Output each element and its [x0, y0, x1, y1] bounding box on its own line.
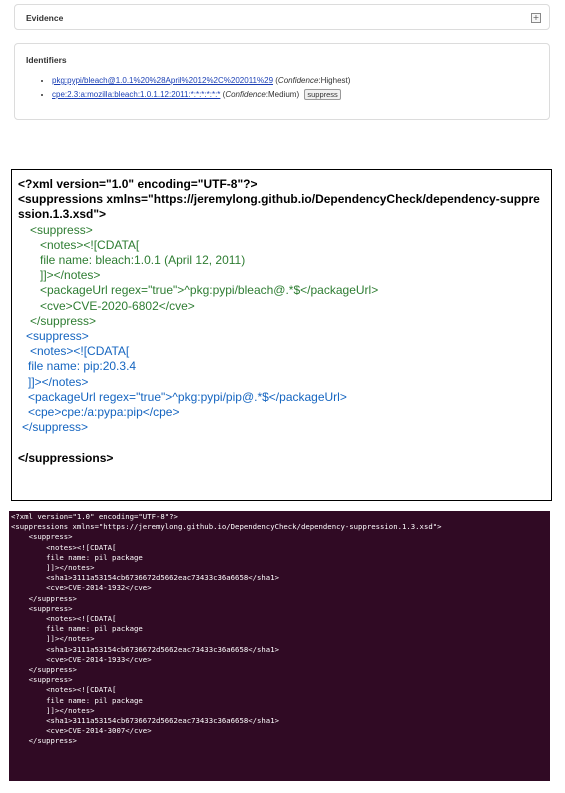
terminal-line: <notes><![CDATA[	[11, 614, 117, 624]
expand-icon[interactable]: +	[531, 13, 541, 23]
xml-line: <notes><![CDATA[	[40, 237, 140, 252]
terminal-line: <sha1>3111a53154cb6736672d5662eac73433c3…	[11, 716, 279, 726]
confidence-value: :Highest)	[318, 76, 351, 85]
xml-line: <cve>CVE-2020-6802</cve>	[40, 298, 195, 313]
terminal-line: <suppress>	[11, 532, 73, 542]
xml-line: <packageUrl regex="true">^pkg:pypi/bleac…	[40, 283, 379, 298]
confidence-value: :Medium)	[265, 90, 300, 99]
xml-line: <suppressions xmlns="https://jeremylong.…	[18, 192, 540, 222]
terminal-line: file name: pil package	[11, 624, 143, 634]
evidence-panel: Evidence +	[14, 4, 550, 30]
terminal-line: <suppressions xmlns="https://jeremylong.…	[11, 522, 442, 532]
terminal-line: </suppress>	[11, 665, 77, 675]
xml-line: file name: pip:20.3.4	[28, 359, 137, 374]
terminal-line: file name: pil package	[11, 552, 143, 562]
terminal-line: <suppress>	[11, 675, 73, 685]
terminal-line: <suppress>	[11, 603, 73, 613]
xml-lines: <?xml version="1.0" encoding="UTF-8"?> <s…	[18, 177, 546, 466]
suppression-xml-snippet: <?xml version="1.0" encoding="UTF-8"?> <s…	[11, 169, 552, 501]
identifier-link-purl[interactable]: pkg:pypi/bleach@1.0.1%20%28April%2012%2C…	[52, 76, 273, 85]
terminal-line: <cve>CVE-2014-1933</cve>	[11, 654, 152, 664]
xml-line: <suppress>	[30, 222, 93, 237]
xml-line: </suppress>	[22, 420, 89, 435]
terminal-line: </suppress>	[11, 593, 77, 603]
terminal-line: ]]></notes>	[11, 563, 95, 573]
terminal-line: <notes><![CDATA[	[11, 542, 117, 552]
terminal-line: <notes><![CDATA[	[11, 685, 117, 695]
terminal-line: <cve>CVE-2014-3007</cve>	[11, 726, 152, 736]
terminal-line: file name: pil package	[11, 695, 143, 705]
suppress-button[interactable]: suppress	[304, 89, 341, 101]
terminal-line: </suppress>	[11, 736, 77, 746]
terminal-line: <sha1>3111a53154cb6736672d5662eac73433c3…	[11, 644, 279, 654]
xml-line: ]]></notes>	[40, 268, 101, 283]
xml-line: </suppressions>	[18, 450, 114, 465]
identifier-link-cpe[interactable]: cpe:2.3:a:mozilla:bleach:1.0.1.12:2011:*…	[52, 90, 220, 99]
xml-line: <cpe>cpe:/a:pypa:pip</cpe>	[28, 405, 180, 420]
xml-line	[18, 435, 546, 450]
xml-line: <notes><![CDATA[	[30, 344, 130, 359]
xml-line: <suppress>	[26, 329, 89, 344]
terminal-line: <cve>CVE-2014-1932</cve>	[11, 583, 152, 593]
terminal-line: ]]></notes>	[11, 705, 95, 715]
evidence-title: Evidence	[26, 13, 64, 23]
xml-line: <packageUrl regex="true">^pkg:pypi/pip@.…	[28, 389, 347, 404]
xml-line: </suppress>	[30, 313, 97, 328]
xml-line: ]]></notes>	[28, 374, 89, 389]
identifiers-panel: Identifiers pkg:pypi/bleach@1.0.1%20%28A…	[14, 43, 550, 120]
xml-line: <?xml version="1.0" encoding="UTF-8"?>	[18, 177, 258, 191]
terminal-line: ]]></notes>	[11, 634, 95, 644]
identifier-item: pkg:pypi/bleach@1.0.1%20%28April%2012%2C…	[52, 75, 350, 86]
confidence-label: Confidence	[225, 90, 266, 99]
identifier-item: cpe:2.3:a:mozilla:bleach:1.0.1.12:2011:*…	[52, 89, 350, 101]
confidence-label: Confidence	[277, 76, 319, 85]
terminal-window: <?xml version="1.0" encoding="UTF-8"?> <s…	[9, 511, 550, 781]
terminal-line: <?xml version="1.0" encoding="UTF-8"?>	[11, 512, 178, 521]
identifiers-list: pkg:pypi/bleach@1.0.1%20%28April%2012%2C…	[38, 75, 350, 103]
terminal-lines: <?xml version="1.0" encoding="UTF-8"?> <s…	[11, 512, 549, 747]
identifiers-title: Identifiers	[26, 55, 67, 65]
terminal-line: <sha1>3111a53154cb6736672d5662eac73433c3…	[11, 573, 279, 583]
xml-line: file name: bleach:1.0.1 (April 12, 2011)	[40, 253, 246, 268]
